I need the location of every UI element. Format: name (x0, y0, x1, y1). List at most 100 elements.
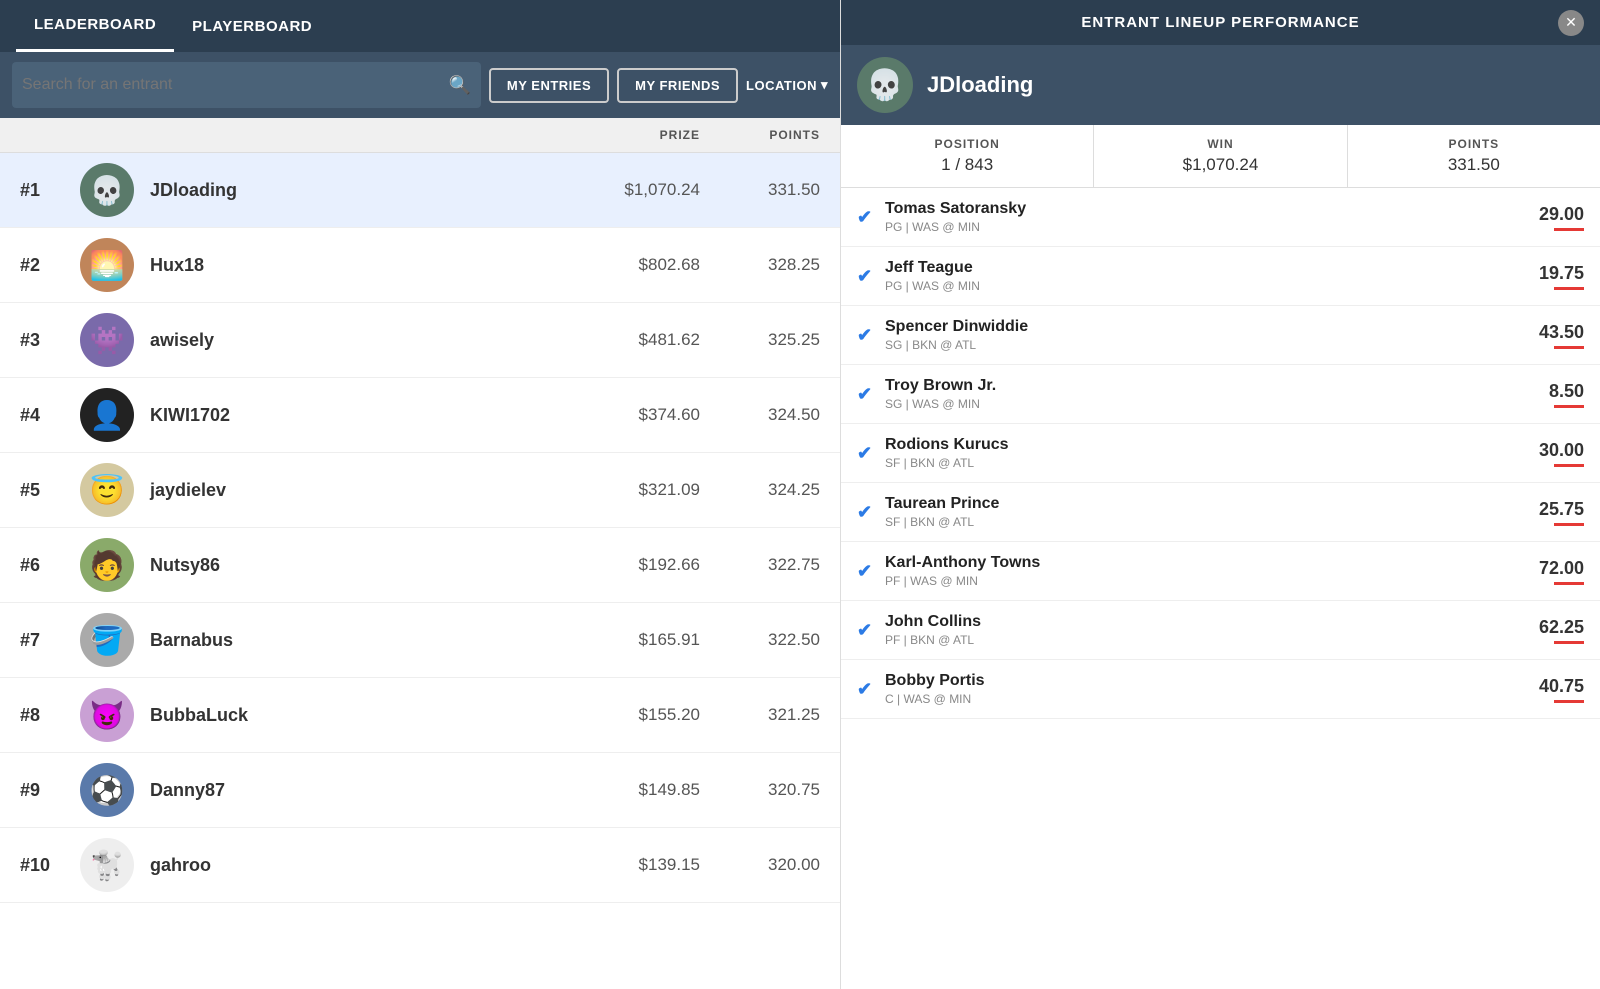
player-meta: SG | BKN @ ATL (885, 338, 1524, 352)
name-cell: Barnabus (150, 630, 540, 651)
avatar-cell: 🐩 (80, 838, 150, 892)
avatar: 😇 (80, 463, 134, 517)
stats-row: POSITION 1 / 843 WIN $1,070.24 POINTS 33… (841, 125, 1600, 188)
list-item[interactable]: ✔ Rodions Kurucs SF | BKN @ ATL 30.00 (841, 424, 1600, 483)
player-name: Karl-Anthony Towns (885, 554, 1524, 572)
player-name: Rodions Kurucs (885, 436, 1524, 454)
name-cell: Hux18 (150, 255, 540, 276)
list-item[interactable]: ✔ Karl-Anthony Towns PF | WAS @ MIN 72.0… (841, 542, 1600, 601)
chevron-down-icon: ▾ (821, 77, 828, 93)
check-icon: ✔ (857, 620, 885, 641)
player-info: Tomas Satoransky PG | WAS @ MIN (885, 200, 1524, 234)
avatar: 😈 (80, 688, 134, 742)
player-info: Troy Brown Jr. SG | WAS @ MIN (885, 377, 1524, 411)
prize-cell: $374.60 (540, 405, 700, 425)
avatar: 💀 (80, 163, 134, 217)
player-info: Karl-Anthony Towns PF | WAS @ MIN (885, 554, 1524, 588)
player-meta: PF | BKN @ ATL (885, 633, 1524, 647)
score-bar (1554, 346, 1584, 349)
location-label: LOCATION (746, 78, 817, 93)
player-score-wrap: 19.75 (1524, 263, 1584, 290)
player-name: John Collins (885, 613, 1524, 631)
list-item[interactable]: ✔ Jeff Teague PG | WAS @ MIN 19.75 (841, 247, 1600, 306)
search-wrapper: 🔍 (12, 62, 481, 108)
table-row[interactable]: #3 👾 awisely $481.62 325.25 (0, 303, 840, 378)
list-item[interactable]: ✔ Tomas Satoransky PG | WAS @ MIN 29.00 (841, 188, 1600, 247)
prize-cell: $149.85 (540, 780, 700, 800)
score-bar (1554, 228, 1584, 231)
user-info-bar: 💀 JDloading (841, 45, 1600, 125)
table-row[interactable]: #5 😇 jaydielev $321.09 324.25 (0, 453, 840, 528)
player-score-wrap: 72.00 (1524, 558, 1584, 585)
player-score-wrap: 25.75 (1524, 499, 1584, 526)
player-score-wrap: 62.25 (1524, 617, 1584, 644)
player-info: John Collins PF | BKN @ ATL (885, 613, 1524, 647)
score-bar (1554, 700, 1584, 703)
score-bar (1554, 582, 1584, 585)
list-item[interactable]: ✔ John Collins PF | BKN @ ATL 62.25 (841, 601, 1600, 660)
tab-bar: LEADERBOARD PLAYERBOARD (0, 0, 840, 52)
points-value: 331.50 (1356, 155, 1592, 175)
player-name: Bobby Portis (885, 672, 1524, 690)
table-row[interactable]: #7 🪣 Barnabus $165.91 322.50 (0, 603, 840, 678)
player-info: Rodions Kurucs SF | BKN @ ATL (885, 436, 1524, 470)
table-row[interactable]: #6 🧑 Nutsy86 $192.66 322.75 (0, 528, 840, 603)
table-row[interactable]: #4 👤 KIWI1702 $374.60 324.50 (0, 378, 840, 453)
rank-cell: #2 (20, 255, 80, 276)
my-entries-button[interactable]: MY ENTRIES (489, 68, 609, 103)
list-item[interactable]: ✔ Spencer Dinwiddie SG | BKN @ ATL 43.50 (841, 306, 1600, 365)
points-cell: 324.25 (700, 480, 820, 500)
search-input[interactable] (22, 76, 448, 94)
player-score: 72.00 (1524, 558, 1584, 579)
avatar-cell: 🧑 (80, 538, 150, 592)
rank-cell: #4 (20, 405, 80, 426)
tab-leaderboard[interactable]: LEADERBOARD (16, 0, 174, 52)
avatar-cell: 😇 (80, 463, 150, 517)
player-name: Jeff Teague (885, 259, 1524, 277)
table-row[interactable]: #8 😈 BubbaLuck $155.20 321.25 (0, 678, 840, 753)
avatar-cell: 🌅 (80, 238, 150, 292)
stat-position: POSITION 1 / 843 (841, 125, 1094, 187)
player-meta: PF | WAS @ MIN (885, 574, 1524, 588)
col-prize-header: PRIZE (540, 128, 700, 142)
avatar: 🌅 (80, 238, 134, 292)
player-meta: SG | WAS @ MIN (885, 397, 1524, 411)
close-button[interactable]: ✕ (1558, 10, 1584, 36)
score-bar (1554, 523, 1584, 526)
player-name: Spencer Dinwiddie (885, 318, 1524, 336)
points-label: POINTS (1356, 137, 1592, 151)
rank-cell: #9 (20, 780, 80, 801)
check-icon: ✔ (857, 207, 885, 228)
player-name: Tomas Satoransky (885, 200, 1524, 218)
table-row[interactable]: #10 🐩 gahroo $139.15 320.00 (0, 828, 840, 903)
player-list: ✔ Tomas Satoransky PG | WAS @ MIN 29.00 … (841, 188, 1600, 989)
player-score: 40.75 (1524, 676, 1584, 697)
player-score: 29.00 (1524, 204, 1584, 225)
my-friends-button[interactable]: MY FRIENDS (617, 68, 738, 103)
tab-playerboard[interactable]: PLAYERBOARD (174, 0, 330, 52)
avatar-cell: 👾 (80, 313, 150, 367)
avatar: 🐩 (80, 838, 134, 892)
score-bar (1554, 641, 1584, 644)
player-name: Troy Brown Jr. (885, 377, 1524, 395)
list-item[interactable]: ✔ Troy Brown Jr. SG | WAS @ MIN 8.50 (841, 365, 1600, 424)
table-row[interactable]: #9 ⚽ Danny87 $149.85 320.75 (0, 753, 840, 828)
table-row[interactable]: #1 💀 JDloading $1,070.24 331.50 (0, 153, 840, 228)
avatar-cell: 😈 (80, 688, 150, 742)
search-icon-button[interactable]: 🔍 (448, 75, 470, 96)
table-row[interactable]: #2 🌅 Hux18 $802.68 328.25 (0, 228, 840, 303)
avatar-cell: 🪣 (80, 613, 150, 667)
rank-cell: #1 (20, 180, 80, 201)
check-icon: ✔ (857, 266, 885, 287)
list-item[interactable]: ✔ Bobby Portis C | WAS @ MIN 40.75 (841, 660, 1600, 719)
player-score: 30.00 (1524, 440, 1584, 461)
left-panel: LEADERBOARD PLAYERBOARD 🔍 MY ENTRIES MY … (0, 0, 840, 989)
points-cell: 320.00 (700, 855, 820, 875)
location-button[interactable]: LOCATION ▾ (746, 77, 828, 93)
name-cell: jaydielev (150, 480, 540, 501)
player-score: 25.75 (1524, 499, 1584, 520)
points-cell: 320.75 (700, 780, 820, 800)
lineup-header: ENTRANT LINEUP PERFORMANCE ✕ (841, 0, 1600, 45)
player-info: Jeff Teague PG | WAS @ MIN (885, 259, 1524, 293)
list-item[interactable]: ✔ Taurean Prince SF | BKN @ ATL 25.75 (841, 483, 1600, 542)
